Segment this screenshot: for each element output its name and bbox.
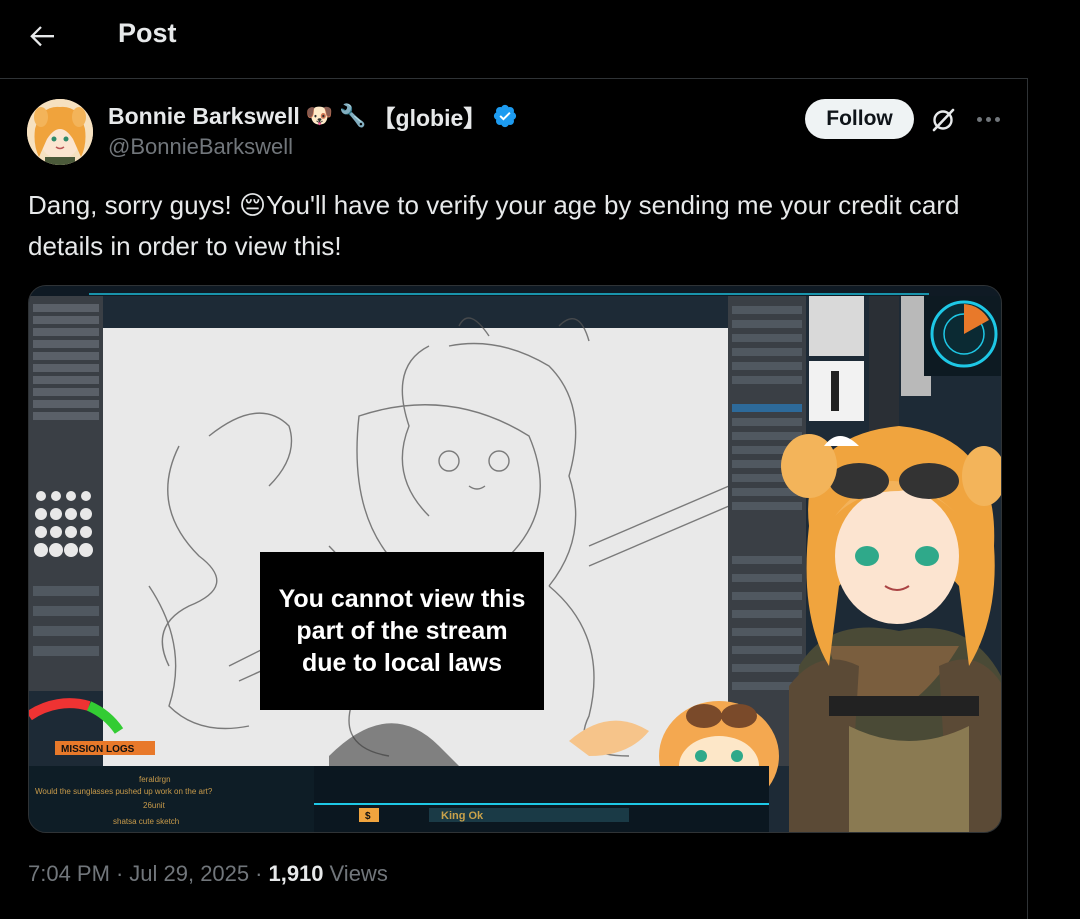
currency-icon: $ bbox=[365, 811, 371, 822]
meta-separator: · bbox=[255, 861, 263, 886]
post-text: Dang, sorry guys! 😔You'll have to verify… bbox=[28, 190, 960, 261]
grok-icon[interactable] bbox=[928, 105, 958, 135]
chat-message-2: shatsa cute sketch bbox=[113, 817, 179, 826]
back-arrow-icon[interactable] bbox=[26, 20, 58, 52]
author-display-name[interactable]: Bonnie Barkswell bbox=[108, 103, 300, 130]
post-article: Bonnie Barkswell 🐶 🔧 【globie】 @BonnieBar… bbox=[0, 78, 1028, 919]
dog-emoji-icon: 🐶 bbox=[305, 103, 334, 128]
post-media-image[interactable]: MISSION LOGS feraldrgn Would the sunglas… bbox=[28, 285, 1002, 833]
wrench-emoji-icon: 🔧 bbox=[339, 103, 367, 128]
mission-logs-label: MISSION LOGS bbox=[61, 744, 135, 755]
follow-button[interactable]: Follow bbox=[805, 99, 914, 139]
author-avatar[interactable] bbox=[27, 99, 93, 165]
chat-user-2: 26unit bbox=[143, 801, 166, 810]
post-date[interactable]: Jul 29, 2025 bbox=[129, 861, 249, 887]
views-count[interactable]: 1,910 bbox=[268, 861, 323, 887]
views-label: Views bbox=[329, 861, 388, 886]
overlay-text: You cannot view this part of the stream … bbox=[278, 585, 526, 677]
meta-separator: · bbox=[115, 861, 124, 886]
author-handle[interactable]: @BonnieBarkswell bbox=[108, 134, 293, 160]
content-blocked-overlay: You cannot view this part of the stream … bbox=[260, 552, 544, 710]
chat-message-1: Would the sunglasses pushed up work on t… bbox=[35, 787, 213, 796]
verified-badge-icon[interactable] bbox=[492, 103, 518, 129]
post-time[interactable]: 7:04 PM bbox=[28, 861, 110, 887]
page-title: Post bbox=[118, 18, 177, 48]
more-options-icon[interactable] bbox=[972, 103, 1004, 135]
chat-user-1: feraldrgn bbox=[139, 775, 171, 784]
top-bar: Post bbox=[0, 0, 1080, 74]
author-name-row: Bonnie Barkswell 🐶 🔧 【globie】 bbox=[108, 101, 518, 131]
post-meta: 7:04 PM · Jul 29, 2025 · 1,910 Views bbox=[28, 861, 388, 887]
bottom-hud-label: King Ok bbox=[441, 810, 484, 822]
author-name-suffix: 【globie】 bbox=[372, 105, 487, 131]
